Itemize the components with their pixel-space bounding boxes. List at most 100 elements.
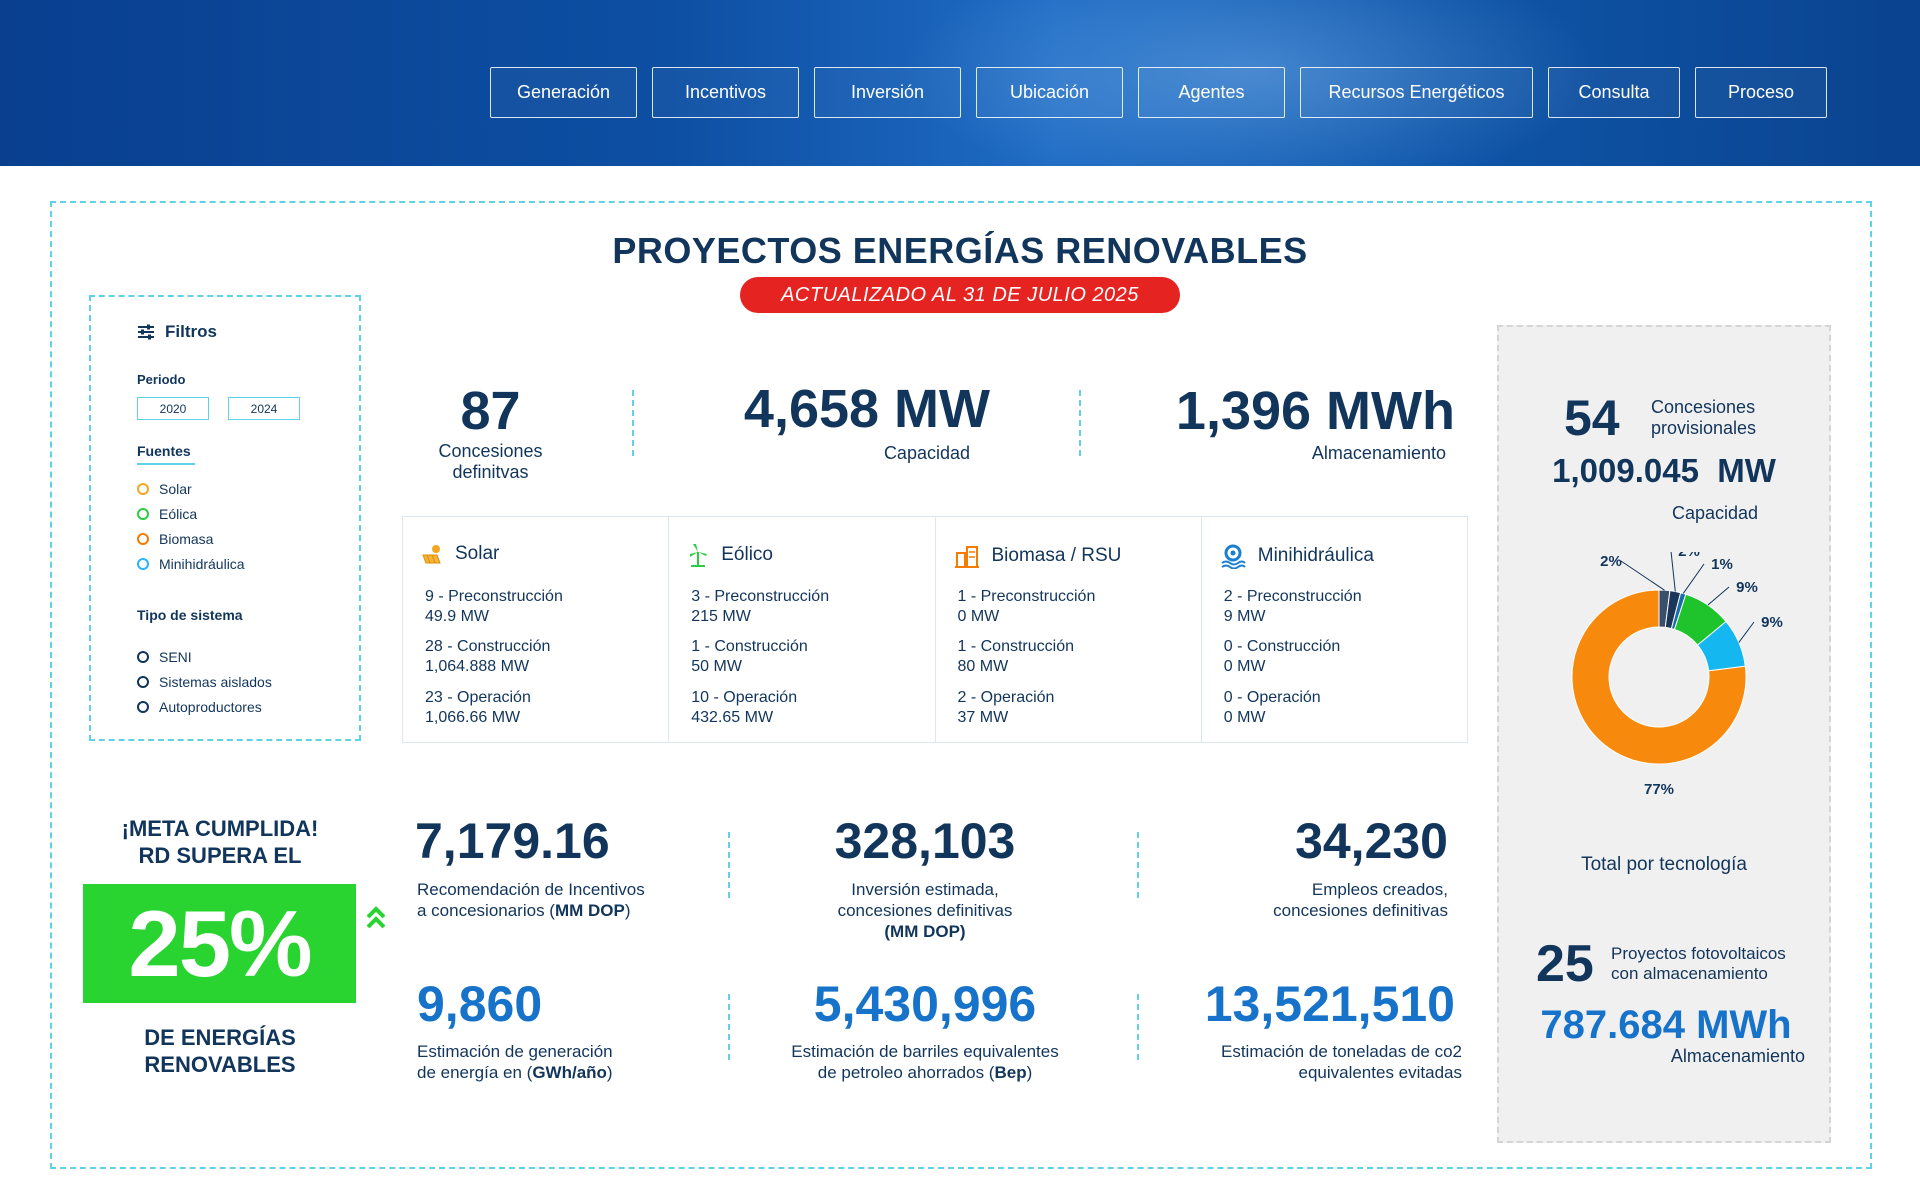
nav-incentivos[interactable]: Incentivos xyxy=(652,67,799,118)
barrels-label: Estimación de barriles equivalentes de p… xyxy=(760,1041,1090,1083)
technology-donut-chart: 77%2%2%1%9%9% xyxy=(1571,552,1783,798)
generation-value: 9,860 xyxy=(417,976,543,1032)
tech-row: 1 - Preconstrucción 0 MW xyxy=(958,587,1096,627)
double-chevron-up-icon xyxy=(365,905,387,931)
chart-caption: Total por tecnología xyxy=(1581,854,1747,875)
capacity-label: Capacidad xyxy=(883,443,970,463)
concessions-label-line: definitvas xyxy=(452,462,529,482)
tech-row-value: 432.65 MW xyxy=(691,709,774,726)
nav-recursos-energeticos[interactable]: Recursos Energéticos xyxy=(1300,67,1533,118)
system-label: Autoproductores xyxy=(159,699,262,715)
tech-row-label: 0 - Construcción xyxy=(1223,638,1341,655)
pv-storage-label: Almacenamiento xyxy=(1670,1046,1805,1066)
stat-label-line: concesiones definitivas xyxy=(837,901,1013,920)
tech-row-label: 1 - Preconstrucción xyxy=(957,588,1096,605)
radio-icon xyxy=(137,533,149,545)
pv-storage-value: 787.684 MWh xyxy=(1540,1003,1792,1047)
incentives-value: 7,179.16 xyxy=(415,813,610,869)
tech-row-value: 0 MW xyxy=(957,608,1000,625)
provisional-capacity-value: 1,009.045 MW xyxy=(1552,452,1776,489)
stat-label-line: ) xyxy=(1026,1063,1033,1082)
nav-proceso[interactable]: Proceso xyxy=(1695,67,1827,118)
top-banner: Generación Incentivos Inversión Ubicació… xyxy=(0,0,1920,166)
generation-label: Estimación de generación de energía en (… xyxy=(417,1041,737,1083)
filters-title: Filtros xyxy=(165,322,217,341)
divider xyxy=(728,832,730,898)
tech-row-label: 1 - Construcción xyxy=(957,638,1075,655)
tech-card-eolico: Eólico 3 - Preconstrucción 215 MW 1 - Con… xyxy=(669,517,936,742)
tech-row-value: 50 MW xyxy=(691,658,742,675)
tech-row: 23 - Operación 1,066.66 MW xyxy=(425,688,531,728)
main-nav: Generación Incentivos Inversión Ubicació… xyxy=(490,67,1827,118)
radio-icon xyxy=(137,508,149,520)
tech-row-value: 0 MW xyxy=(1223,658,1266,675)
tech-row-label: 2 - Operación xyxy=(957,689,1055,706)
period-label: Periodo xyxy=(137,372,186,387)
tech-row: 2 - Operación 37 MW xyxy=(958,688,1055,728)
system-option-seni[interactable]: SENI xyxy=(137,649,192,665)
tech-header: Eólico xyxy=(687,543,773,567)
tech-row-value: 1,066.66 MW xyxy=(425,709,521,726)
stat-label-line: Estimación de toneladas de co2 xyxy=(1221,1042,1462,1061)
stat-label-unit: GWh/año xyxy=(532,1063,607,1082)
filters-header[interactable]: Filtros xyxy=(137,322,217,342)
donut-leader-line xyxy=(1707,586,1730,606)
tech-header: Biomasa / RSU xyxy=(954,543,1122,569)
source-label: Eólica xyxy=(159,506,198,522)
tech-row-value: 0 MW xyxy=(1223,709,1266,726)
tech-name: Biomasa / RSU xyxy=(991,545,1122,566)
tech-row-label: 28 - Construcción xyxy=(425,638,551,655)
sources-underline xyxy=(137,463,195,465)
investment-label: Inversión estimada, concesiones definiti… xyxy=(760,879,1090,942)
meta-footer: DE ENERGÍAS RENOVABLES xyxy=(90,1024,350,1078)
stat-label-line: equivalentes evitadas xyxy=(1298,1063,1462,1082)
tech-row: 9 - Preconstrucción 49.9 MW xyxy=(425,587,563,627)
barrels-value: 5,430,996 xyxy=(813,976,1037,1032)
source-option-solar[interactable]: Solar xyxy=(137,481,192,497)
concessions-label: Concesiones definitvas xyxy=(418,441,563,483)
radio-icon xyxy=(137,558,149,570)
system-option-autoproductores[interactable]: Autoproductores xyxy=(137,699,262,715)
source-option-biomasa[interactable]: Biomasa xyxy=(137,531,213,547)
donut-leader-line xyxy=(1738,621,1755,643)
tech-row-value: 80 MW xyxy=(957,658,1009,675)
divider xyxy=(1137,832,1139,898)
donut-slice-label: 1% xyxy=(1711,556,1733,573)
donut-slice-label: 9% xyxy=(1761,614,1783,631)
year-from-input[interactable]: 2020 xyxy=(137,397,209,420)
nav-agentes[interactable]: Agentes xyxy=(1138,67,1285,118)
source-option-eolica[interactable]: Eólica xyxy=(137,506,197,522)
provisional-label: Concesiones provisionales xyxy=(1651,397,1756,439)
filters-panel: Filtros Periodo 2020 2024 Fuentes Solar … xyxy=(89,295,361,741)
biomass-plant-icon xyxy=(954,546,979,568)
year-to-input[interactable]: 2024 xyxy=(228,397,300,420)
provisional-label-line: provisionales xyxy=(1651,418,1757,438)
nav-inversion[interactable]: Inversión xyxy=(814,67,961,118)
pv-projects-label: Proyectos fotovoltaicos con almacenamien… xyxy=(1611,944,1786,984)
hydro-icon xyxy=(1221,544,1246,569)
divider xyxy=(728,994,730,1060)
nav-generacion[interactable]: Generación xyxy=(490,67,637,118)
page-title: PROYECTOS ENERGÍAS RENOVABLES xyxy=(612,230,1308,271)
provisional-capacity-label: Capacidad xyxy=(1671,503,1759,523)
divider xyxy=(632,390,634,456)
tech-name: Minihidráulica xyxy=(1257,545,1374,566)
donut-slice-label: 77% xyxy=(1644,781,1674,798)
source-option-minihidraulica[interactable]: Minihidráulica xyxy=(137,556,245,572)
system-type-label: Tipo de sistema xyxy=(137,607,243,623)
stat-label-line: concesiones definitivas xyxy=(1273,901,1448,920)
system-option-aislados[interactable]: Sistemas aislados xyxy=(137,674,272,690)
stat-label-line: a concesionarios ( xyxy=(417,901,555,920)
system-label: Sistemas aislados xyxy=(159,674,272,690)
radio-icon xyxy=(137,651,149,663)
tech-row-label: 0 - Operación xyxy=(1223,689,1321,706)
tech-row: 28 - Construcción 1,064.888 MW xyxy=(425,637,550,677)
jobs-value: 34,230 xyxy=(1295,813,1448,869)
concessions-value: 87 xyxy=(460,381,521,441)
tech-row: 0 - Operación 0 MW xyxy=(1224,688,1321,728)
tech-row-value: 1,064.888 MW xyxy=(425,658,530,675)
nav-ubicacion[interactable]: Ubicación xyxy=(976,67,1123,118)
stat-label-line: de petroleo ahorrados ( xyxy=(817,1063,995,1082)
meta-line: DE ENERGÍAS xyxy=(144,1025,296,1050)
nav-consulta[interactable]: Consulta xyxy=(1548,67,1680,118)
